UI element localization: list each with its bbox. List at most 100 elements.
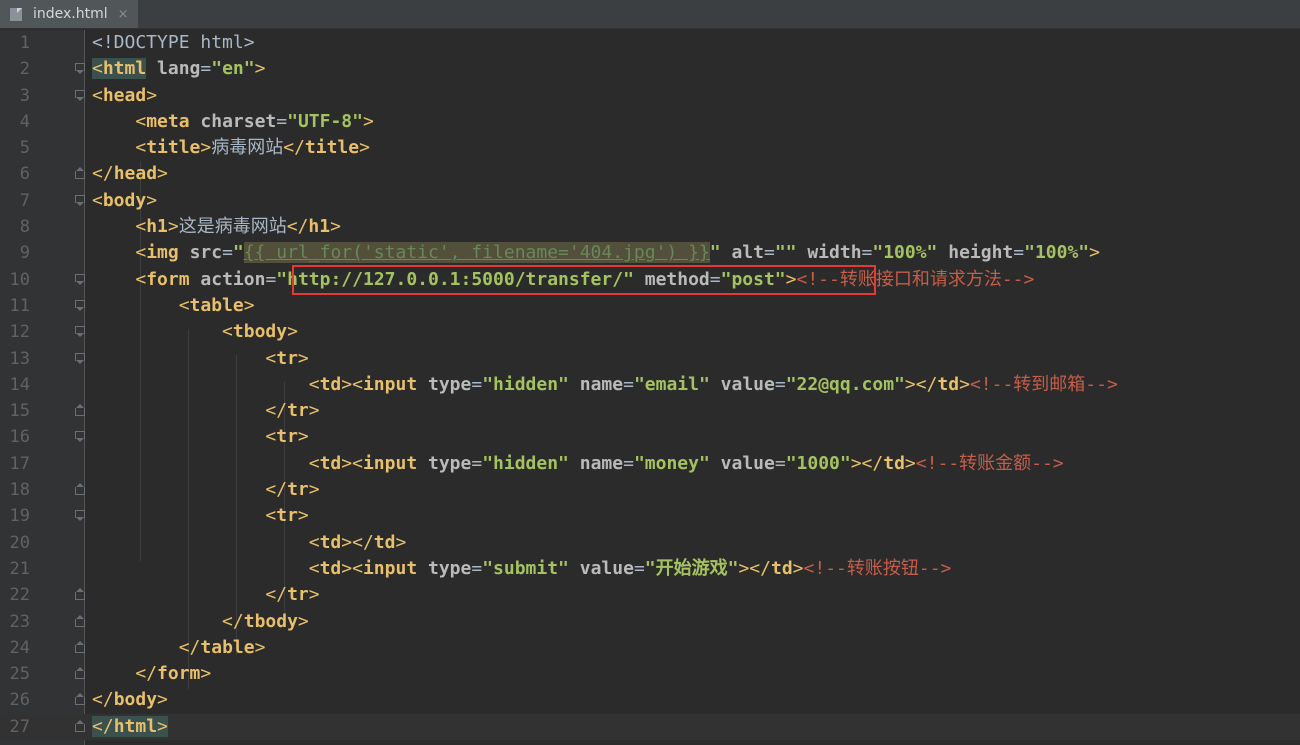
code-line: 4 <meta charset="UTF-8">: [0, 109, 1300, 135]
code-text: <meta charset="UTF-8">: [92, 109, 373, 135]
code-token: "100%": [1024, 242, 1090, 264]
code-token: td: [319, 531, 342, 553]
code-token: <!--转账按钮-->: [803, 557, 952, 579]
code-token: "开始游戏": [644, 557, 739, 579]
fold-icon: [74, 404, 85, 417]
code-text: <td></td>: [92, 530, 407, 556]
code-token: "email": [633, 373, 710, 395]
fold-icon: [74, 430, 85, 443]
code-token: </: [92, 163, 114, 185]
code-token: </: [178, 636, 201, 658]
code-token: >: [254, 636, 266, 658]
code-line: 15 </tr>: [0, 398, 1300, 424]
fold-icon: [74, 588, 85, 601]
code-text: <tbody>: [92, 319, 298, 345]
code-token: >: [243, 294, 255, 316]
code-token: >: [157, 689, 168, 711]
code-text: </tr>: [92, 582, 320, 608]
code-token: =: [774, 373, 786, 395]
fold-icon: [74, 299, 85, 312]
editor-tab-bar: index.html ×: [0, 0, 1300, 29]
code-token: "hidden": [482, 373, 569, 395]
code-token: "": [774, 242, 797, 264]
code-line: 14 <td><input type="hidden" name="email"…: [0, 372, 1300, 398]
code-token: <: [308, 557, 320, 579]
line-number: 24: [9, 637, 30, 658]
code-token: body: [113, 689, 158, 711]
code-line: 3 <head>: [0, 83, 1300, 109]
code-token: 这是病毒网站: [178, 216, 287, 238]
code-token: <: [308, 531, 320, 553]
line-number: 23: [9, 611, 30, 632]
code-token: >: [157, 715, 168, 737]
close-icon[interactable]: ×: [118, 7, 129, 22]
code-token: =: [471, 452, 483, 474]
code-token: h1: [308, 216, 331, 238]
line-number: 25: [9, 664, 30, 685]
code-token: =: [265, 268, 277, 290]
code-token: </: [92, 715, 114, 737]
code-line: 6 </head>: [0, 161, 1300, 187]
code-text: <h1>这是病毒网站</h1>: [92, 214, 341, 240]
code-token: >: [959, 373, 970, 395]
code-token: >: [308, 584, 320, 606]
code-token: <: [135, 137, 147, 159]
code-token: "money": [633, 452, 710, 474]
fold-icon: [74, 273, 85, 286]
code-token: form: [157, 663, 201, 685]
code-token: value: [720, 452, 775, 474]
code-text: </tr>: [92, 477, 319, 503]
line-number: 21: [9, 558, 30, 579]
code-token: td: [937, 373, 960, 395]
code-line: 13 <tr>: [0, 346, 1300, 372]
code-token: title: [146, 137, 201, 159]
code-line: 2 <html lang="en">: [0, 56, 1300, 82]
line-number: 26: [9, 690, 30, 711]
code-token: =: [633, 557, 645, 579]
code-token: title: [304, 137, 360, 159]
fold-icon: [74, 640, 85, 654]
code-token: td: [319, 452, 342, 474]
code-line: 26 </body>: [0, 687, 1300, 713]
code-token: <: [92, 189, 103, 211]
code-line: 25 </form>: [0, 661, 1300, 687]
code-token: >: [359, 137, 370, 159]
code-token: input: [362, 373, 418, 395]
code-token: head: [113, 163, 158, 185]
code-token: tr: [287, 400, 309, 422]
code-token: </html>: [92, 715, 168, 737]
code-text: <title>病毒网站</title>: [92, 135, 370, 161]
line-number: 14: [9, 374, 30, 395]
code-token: ><: [341, 557, 363, 579]
code-token: </: [92, 689, 114, 711]
code-token: >: [395, 531, 407, 553]
fold-icon: [74, 62, 85, 75]
tab-index-html[interactable]: index.html ×: [0, 0, 138, 28]
code-token: >: [297, 347, 309, 369]
line-number: 13: [9, 348, 30, 369]
code-text: <body>: [92, 188, 157, 214]
code-token: type: [428, 452, 472, 474]
code-text: <tr>: [92, 503, 308, 529]
code-line: 8 <h1>这是病毒网站</h1>: [0, 214, 1300, 240]
code-line: 7 <body>: [0, 188, 1300, 214]
code-text: <td><input type="hidden" name="email" va…: [92, 372, 1118, 398]
code-token: "UTF-8": [287, 110, 363, 132]
code-line: 12 <tbody>: [0, 319, 1300, 345]
code-token: tr: [276, 505, 298, 527]
code-text: <table>: [92, 293, 255, 319]
code-line: 22 </tr>: [0, 582, 1300, 608]
code-token: </: [135, 663, 158, 685]
code-token: >: [308, 400, 320, 422]
code-token: =: [200, 58, 212, 80]
code-line-current: 27 </html>: [0, 713, 1300, 741]
code-token: input: [362, 452, 418, 474]
code-token: <: [135, 110, 147, 132]
code-editor[interactable]: 1 <!DOCTYPE html> 2 <html lang="en"> 3 <hea…: [0, 30, 1300, 745]
code-token: >: [792, 557, 804, 579]
code-token: =: [861, 242, 873, 264]
code-token: <: [92, 84, 103, 106]
code-token: td: [373, 531, 396, 553]
code-token: <: [135, 268, 147, 290]
code-token: <: [222, 321, 233, 343]
